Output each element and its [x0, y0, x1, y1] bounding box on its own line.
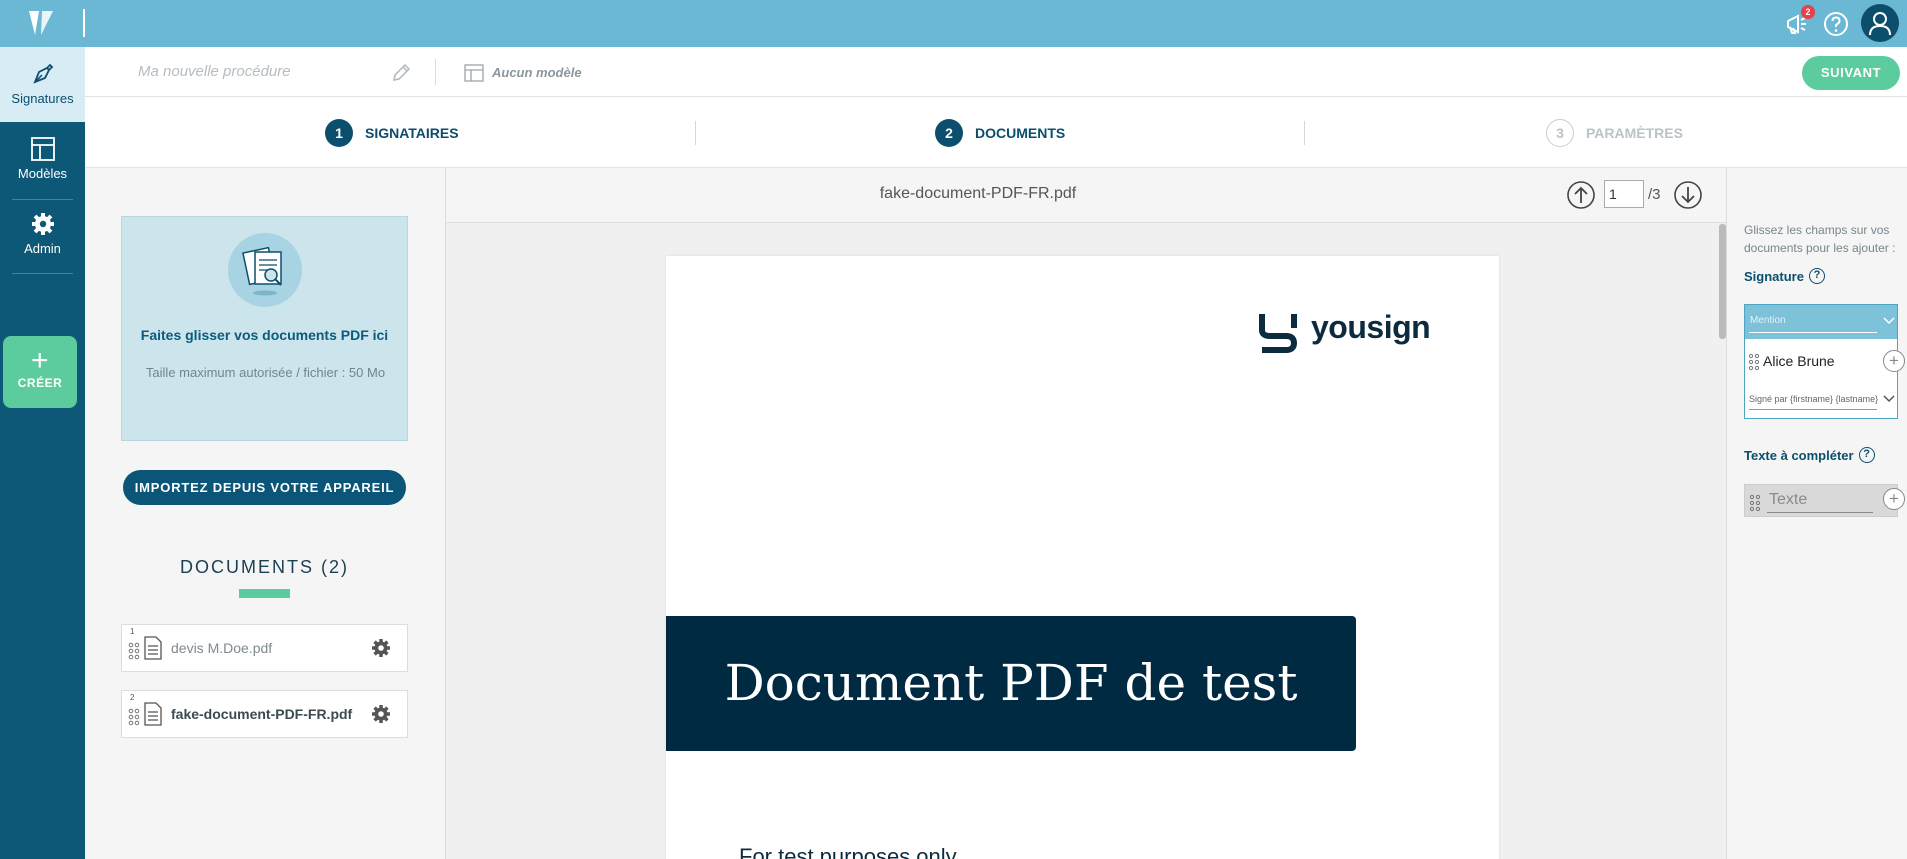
arrow-up-icon[interactable]: [1566, 180, 1596, 210]
gear-icon: [31, 213, 54, 235]
step-number: 1: [325, 119, 353, 147]
dropzone-title: Faites glisser vos documents PDF ici: [140, 327, 389, 343]
arrow-down-icon[interactable]: [1673, 180, 1703, 210]
user-icon: [1869, 12, 1891, 36]
chevron-down-icon: [1883, 317, 1895, 325]
pen-nib-icon: [32, 63, 53, 84]
viewer-file-title: fake-document-PDF-FR.pdf: [879, 185, 1077, 202]
document-index: 1: [130, 627, 135, 636]
signature-field[interactable]: Mention Alice Brune Signé par {firstname…: [1744, 304, 1898, 419]
file-icon: [144, 636, 162, 660]
documents-title-underline: [239, 589, 290, 598]
sidebar-item-admin[interactable]: Admin: [0, 197, 85, 272]
help-icon[interactable]: [1822, 10, 1850, 38]
dropzone-subtitle: Taille maximum autorisée / fichier : 50 …: [145, 365, 386, 380]
step-documents[interactable]: 2 DOCUMENTS: [935, 119, 1065, 147]
header-divider: [435, 59, 436, 85]
sidebar-item-label: Modèles: [17, 166, 68, 181]
documents-title: DOCUMENTS (2): [180, 557, 349, 577]
next-button[interactable]: SUIVANT: [1802, 56, 1900, 90]
mention-placeholder: Mention: [1750, 315, 1786, 326]
mention-select[interactable]: Mention: [1745, 305, 1897, 339]
sidebar-divider: [12, 273, 73, 274]
document-item[interactable]: 2 fake-document-PDF-FR.pdf: [121, 690, 408, 738]
topbar-divider: [83, 9, 85, 37]
step-number: 2: [935, 119, 963, 147]
template-selector[interactable]: Aucun modèle: [492, 65, 582, 80]
sidebar: Signatures Modèles Admin + CRÉER: [0, 47, 85, 859]
document-name: fake-document-PDF-FR.pdf: [171, 706, 353, 722]
stepper: 1 SIGNATAIRES 2 DOCUMENTS 3 PARAMÈTRES: [85, 97, 1907, 168]
text-placeholder: Texte: [1769, 491, 1808, 508]
page-number-input[interactable]: [1604, 180, 1644, 208]
sidebar-item-modeles[interactable]: Modèles: [0, 122, 85, 197]
text-label: Texte à compléter: [1744, 447, 1854, 463]
pdf-page[interactable]: yousign Document PDF de test For test pu…: [666, 256, 1499, 859]
text-section-label: Texte à compléter ?: [1744, 447, 1875, 463]
top-bar: 2: [0, 0, 1907, 47]
help-icon[interactable]: ?: [1808, 268, 1825, 284]
user-avatar[interactable]: [1861, 4, 1899, 42]
gear-icon[interactable]: [370, 703, 392, 725]
layout-icon: [30, 137, 55, 161]
document-item[interactable]: 1 devis M.Doe.pdf: [121, 624, 408, 672]
help-icon[interactable]: ?: [1858, 447, 1875, 463]
document-index: 2: [130, 693, 135, 702]
viewer-scrollbar[interactable]: [1719, 224, 1726, 339]
sidebar-item-label: Signatures: [11, 91, 74, 106]
create-button[interactable]: + CRÉER: [3, 336, 77, 408]
text-underline: [1767, 512, 1873, 513]
drag-handle-icon[interactable]: [1749, 494, 1761, 512]
sidebar-item-label: Admin: [24, 241, 61, 256]
drag-handle-icon[interactable]: [128, 707, 140, 727]
pencil-icon[interactable]: [390, 62, 412, 84]
add-text-button[interactable]: +: [1883, 488, 1905, 510]
step-label: PARAMÈTRES: [1586, 125, 1683, 141]
signed-by-underline: [1749, 409, 1877, 410]
step-divider: [695, 121, 696, 145]
procedure-header: Ma nouvelle procédure Aucun modèle SUIVA…: [85, 47, 1907, 97]
pdf-dropzone[interactable]: Faites glisser vos documents PDF ici Tai…: [121, 216, 408, 441]
gear-icon[interactable]: [370, 637, 392, 659]
import-button[interactable]: IMPORTEZ DEPUIS VOTRE APPAREIL: [123, 470, 406, 505]
file-icon: [144, 702, 162, 726]
plus-icon: +: [30, 344, 50, 377]
step-divider: [1304, 121, 1305, 145]
viewer-header: fake-document-PDF-FR.pdf /3: [446, 168, 1726, 223]
signature-label: Signature: [1744, 268, 1804, 284]
signed-by-select[interactable]: Signé par {firstname} {lastname}: [1749, 394, 1878, 404]
yousign-logo-icon: [1259, 314, 1298, 353]
signer-name: Alice Brune: [1763, 353, 1835, 369]
add-signature-button[interactable]: +: [1883, 350, 1905, 372]
fields-help-text: Glissez les champs sur vos documents pou…: [1744, 223, 1896, 255]
pdf-title-banner: Document PDF de test: [666, 616, 1356, 751]
signature-section-label: Signature ?: [1744, 268, 1825, 284]
step-number: 3: [1546, 119, 1574, 147]
drag-handle-icon[interactable]: [128, 641, 140, 661]
pdf-body-text: For test purposes only: [739, 844, 957, 859]
sidebar-item-signatures[interactable]: Signatures: [0, 47, 85, 122]
step-parametres[interactable]: 3 PARAMÈTRES: [1546, 119, 1683, 147]
drag-handle-icon[interactable]: [1748, 353, 1760, 371]
documents-illustration-icon: [228, 233, 302, 307]
create-label: CRÉER: [17, 376, 63, 390]
document-name: devis M.Doe.pdf: [171, 640, 273, 656]
step-label: SIGNATAIRES: [365, 125, 459, 141]
mention-underline: [1749, 332, 1877, 333]
notification-badge: 2: [1801, 5, 1815, 19]
step-label: DOCUMENTS: [975, 125, 1066, 141]
template-icon: [464, 64, 484, 82]
document-viewer: fake-document-PDF-FR.pdf /3 yousign Docu…: [445, 168, 1727, 859]
chevron-down-icon: [1883, 395, 1895, 403]
procedure-name-input[interactable]: Ma nouvelle procédure: [138, 63, 291, 80]
text-field[interactable]: Texte: [1744, 484, 1898, 517]
page-total: /3: [1648, 186, 1661, 203]
step-signataires[interactable]: 1 SIGNATAIRES: [325, 119, 459, 147]
pdf-logo-text: yousign: [1311, 309, 1431, 345]
app-logo-icon[interactable]: [26, 8, 56, 38]
